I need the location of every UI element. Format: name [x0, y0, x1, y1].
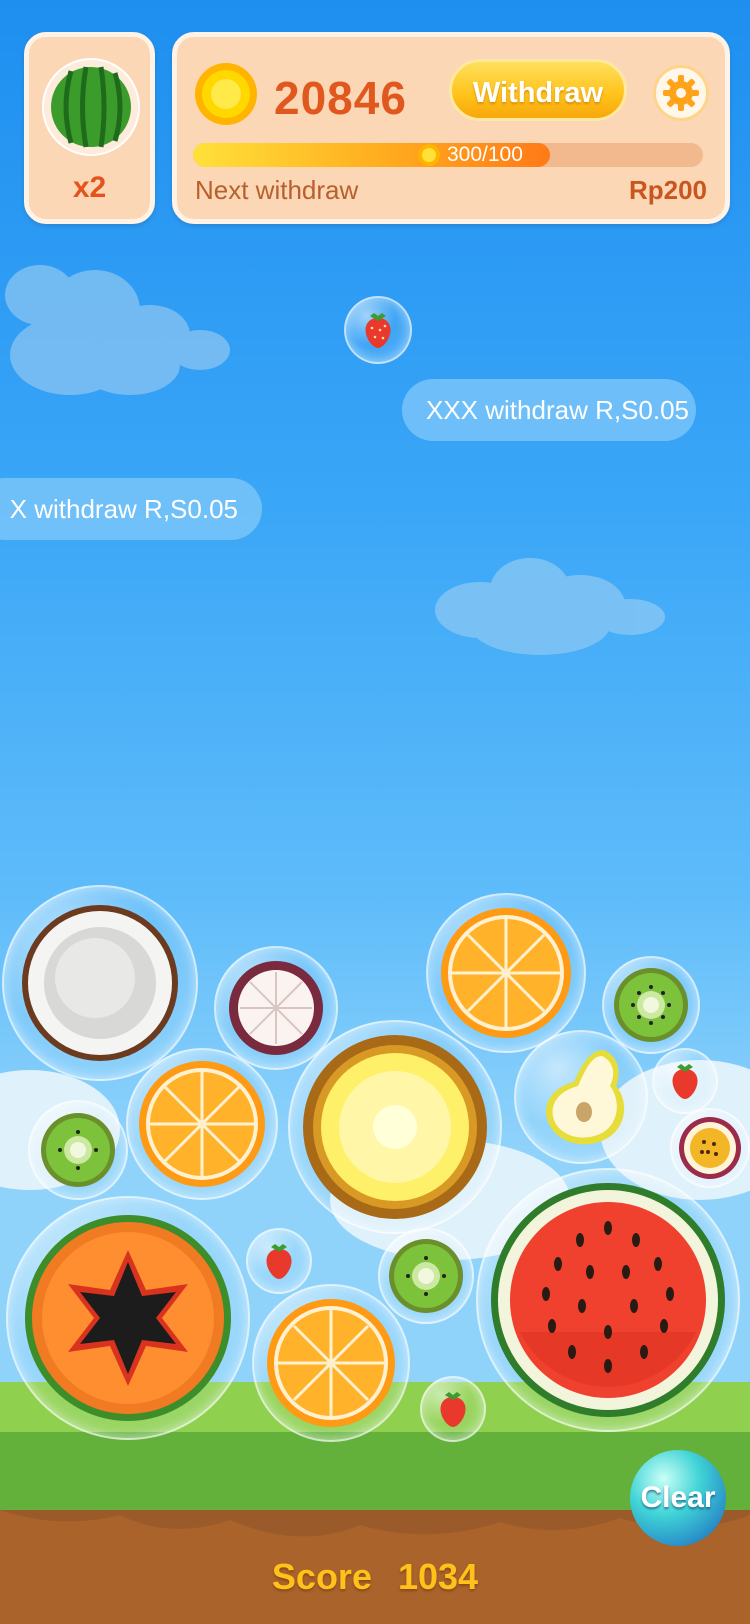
cloud-left [5, 265, 230, 395]
withdraw-notice: X withdraw R,S0.05 [0, 478, 262, 540]
coconut-ball [2, 885, 198, 1081]
orange-icon [139, 1061, 265, 1187]
strawberry-bubble [344, 296, 412, 364]
orange-icon [267, 1299, 395, 1427]
withdraw-button[interactable]: Withdraw [449, 59, 627, 121]
progress-text: 300/100 [447, 143, 523, 166]
pineapple-ball [288, 1020, 502, 1234]
score-value: 1034 [397, 1556, 479, 1597]
next-withdraw-amount: Rp200 [628, 175, 707, 205]
orange-ball [126, 1048, 278, 1200]
cloud-right [435, 558, 665, 655]
score-label: Score [271, 1556, 372, 1597]
multiplier-label: x2 [72, 171, 107, 204]
watermelon-icon [491, 1183, 725, 1417]
next-withdraw-label: Next withdraw [195, 175, 359, 205]
coin-amount: 20846 [274, 72, 407, 124]
kiwi-icon [389, 1239, 463, 1313]
watermelon-icon [42, 58, 140, 156]
pear-ball [514, 1030, 648, 1164]
withdraw-notice: XXX withdraw R,S0.05 [402, 379, 696, 441]
pear-icon [545, 1050, 625, 1145]
passionfruit-ball [670, 1108, 750, 1188]
coconut-icon [22, 905, 178, 1061]
passionfruit-icon [679, 1117, 741, 1179]
progress-coin-icon [418, 144, 440, 166]
settings-button[interactable] [653, 65, 709, 121]
kiwi-icon [614, 968, 688, 1042]
strawberry-ball [420, 1376, 486, 1442]
orange-ball [426, 893, 586, 1053]
strawberry-icon [672, 1064, 698, 1099]
score-display: Score 1034 [0, 1556, 750, 1598]
orange-ball [252, 1284, 410, 1442]
strawberry-icon [365, 313, 391, 348]
papaya-ball [6, 1196, 250, 1440]
pineapple-icon [303, 1035, 487, 1219]
strawberry-icon [266, 1244, 292, 1279]
coin-card: 20846 Withdraw 300/100 Next withdraw Rp2… [172, 32, 730, 224]
multiplier-card: x2 [24, 32, 155, 224]
clear-button[interactable]: Clear [630, 1450, 726, 1546]
kiwi-ball [28, 1100, 128, 1200]
strawberry-icon [440, 1392, 466, 1427]
kiwi-icon [41, 1113, 115, 1187]
coin-icon [195, 63, 257, 125]
gear-icon [663, 75, 699, 111]
orange-icon [441, 908, 571, 1038]
strawberry-ball [246, 1228, 312, 1294]
watermelon-ball [476, 1168, 740, 1432]
strawberry-ball [652, 1048, 718, 1114]
papaya-icon [25, 1215, 231, 1421]
